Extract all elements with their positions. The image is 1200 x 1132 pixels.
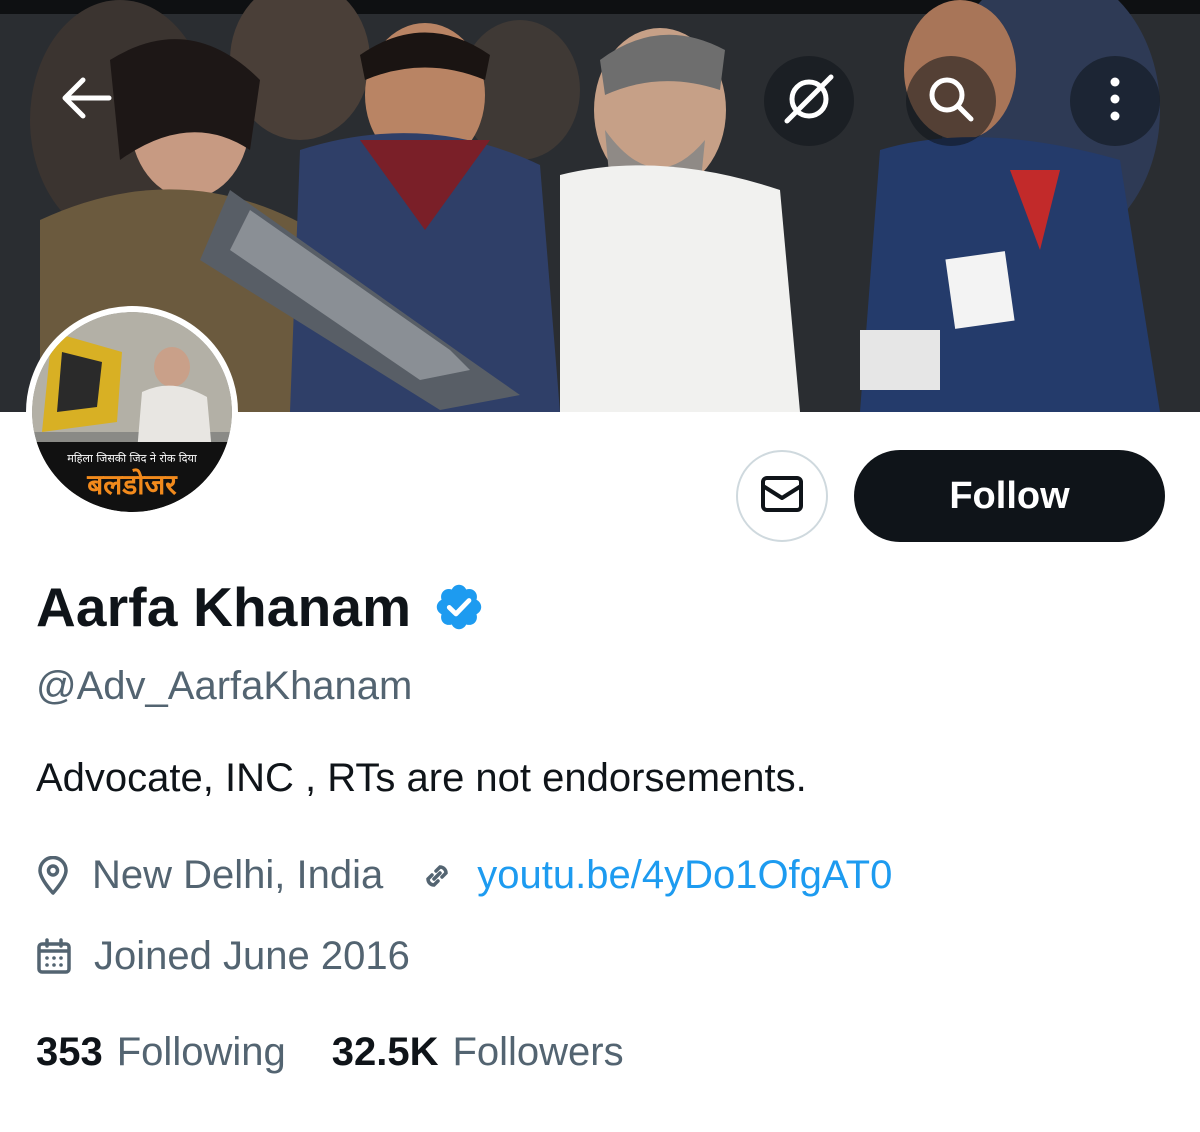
profile-joined-row: Joined June 2016 (36, 934, 410, 979)
calendar-icon (36, 937, 72, 976)
avatar-overlay-tagline: महिला जिसकी जिद ने रोक दिया (67, 452, 197, 465)
profile-bio: Advocate, INC , RTs are not endorsements… (36, 756, 807, 800)
followers-count: 32.5K (331, 1030, 439, 1074)
website-item[interactable]: youtu.be/4yDo1OfgAT0 (419, 853, 892, 898)
followers-label: Followers (452, 1030, 624, 1074)
grok-slash-circle-icon (781, 71, 837, 132)
link-icon (419, 858, 455, 894)
grok-button[interactable] (764, 56, 854, 146)
display-name: Aarfa Khanam (36, 576, 412, 638)
avatar-image: महिला जिसकी जिद ने रोक दिया बलडोजर (32, 312, 232, 512)
more-vertical-icon (1105, 71, 1125, 132)
profile-meta-row: New Delhi, India youtu.be/4yDo1OfgAT0 (36, 853, 892, 898)
following-stat[interactable]: 353 Following (36, 1030, 286, 1075)
follow-button[interactable]: Follow (854, 450, 1165, 542)
envelope-icon (760, 474, 804, 519)
verified-badge-icon[interactable] (433, 581, 485, 633)
joined-text: Joined June 2016 (94, 934, 410, 978)
following-count: 353 (36, 1030, 103, 1074)
followers-stat[interactable]: 32.5K Followers (332, 1030, 624, 1075)
following-label: Following (116, 1030, 286, 1074)
follow-stats: 353 Following 32.5K Followers (36, 1030, 624, 1075)
arrow-left-icon (57, 76, 113, 125)
profile-avatar[interactable]: महिला जिसकी जिद ने रोक दिया बलडोजर (26, 306, 238, 518)
website-link[interactable]: youtu.be/4yDo1OfgAT0 (477, 853, 892, 898)
display-name-row: Aarfa Khanam (36, 575, 485, 639)
avatar-overlay-title: बलडोजर (86, 468, 178, 501)
search-button[interactable] (906, 56, 996, 146)
location-item: New Delhi, India (36, 853, 383, 898)
location-text: New Delhi, India (92, 853, 384, 897)
username-handle: @Adv_AarfaKhanam (36, 664, 413, 708)
location-pin-icon (36, 855, 70, 896)
more-options-button[interactable] (1070, 56, 1160, 146)
search-icon (923, 71, 979, 132)
joined-item: Joined June 2016 (36, 934, 410, 979)
back-button[interactable] (40, 55, 130, 145)
message-button[interactable] (736, 450, 828, 542)
